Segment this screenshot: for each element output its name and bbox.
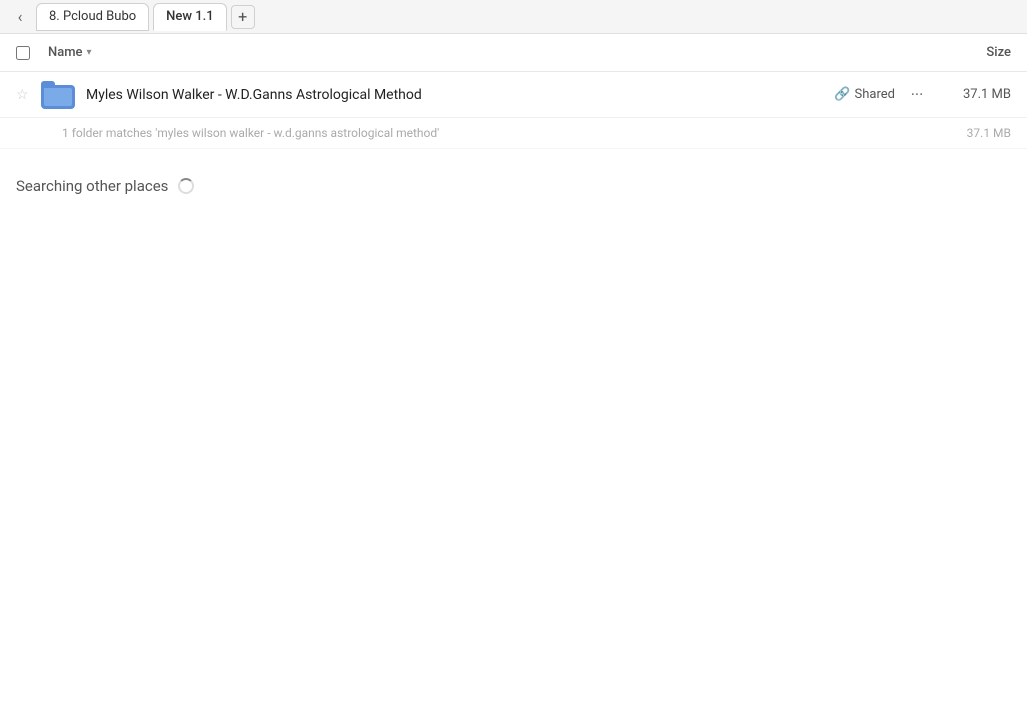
link-icon: 🔗 [834,87,850,102]
file-actions: 🔗 Shared ··· [834,81,931,109]
loading-spinner [178,178,194,194]
back-arrow-icon: ‹ [18,7,23,26]
star-button[interactable]: ☆ [16,87,40,103]
match-text: 1 folder matches 'myles wilson walker - … [62,126,439,140]
name-column-header[interactable]: Name ▾ [48,45,931,60]
tab-new-1-1[interactable]: New 1.1 [153,3,226,31]
star-icon: ☆ [16,87,29,103]
folder-icon-wrap [40,77,76,113]
name-column-label: Name [48,45,83,60]
folder-icon [41,81,75,109]
file-size: 37.1 MB [931,87,1011,102]
size-column-header: Size [931,45,1011,60]
size-column-label: Size [986,45,1011,60]
match-info: 1 folder matches 'myles wilson walker - … [0,118,1027,149]
searching-section: Searching other places [0,149,1027,223]
more-options-button[interactable]: ··· [903,81,931,109]
more-dots-icon: ··· [911,85,924,104]
file-name: Myles Wilson Walker - W.D.Ganns Astrolog… [86,87,422,103]
searching-label: Searching other places [16,177,168,195]
select-all-checkbox-wrap[interactable] [16,46,48,60]
column-header: Name ▾ Size [0,34,1027,72]
file-name-area: Myles Wilson Walker - W.D.Ganns Astrolog… [86,87,834,103]
plus-icon: + [238,7,247,26]
shared-label: Shared [855,87,895,102]
shared-badge: 🔗 Shared [834,87,895,102]
add-tab-button[interactable]: + [231,5,255,29]
tab-pcloud-bubo[interactable]: 8. Pcloud Bubo [36,3,149,31]
tab-label: 8. Pcloud Bubo [49,9,136,24]
tab-label: New 1.1 [166,9,213,24]
match-size: 37.1 MB [967,126,1011,140]
back-button[interactable]: ‹ [8,5,32,29]
select-all-checkbox[interactable] [16,46,30,60]
file-row[interactable]: ☆ Myles Wilson Walker - W.D.Ganns Astrol… [0,72,1027,118]
tab-bar: ‹ 8. Pcloud Bubo New 1.1 + [0,0,1027,34]
chevron-down-icon: ▾ [87,47,92,58]
